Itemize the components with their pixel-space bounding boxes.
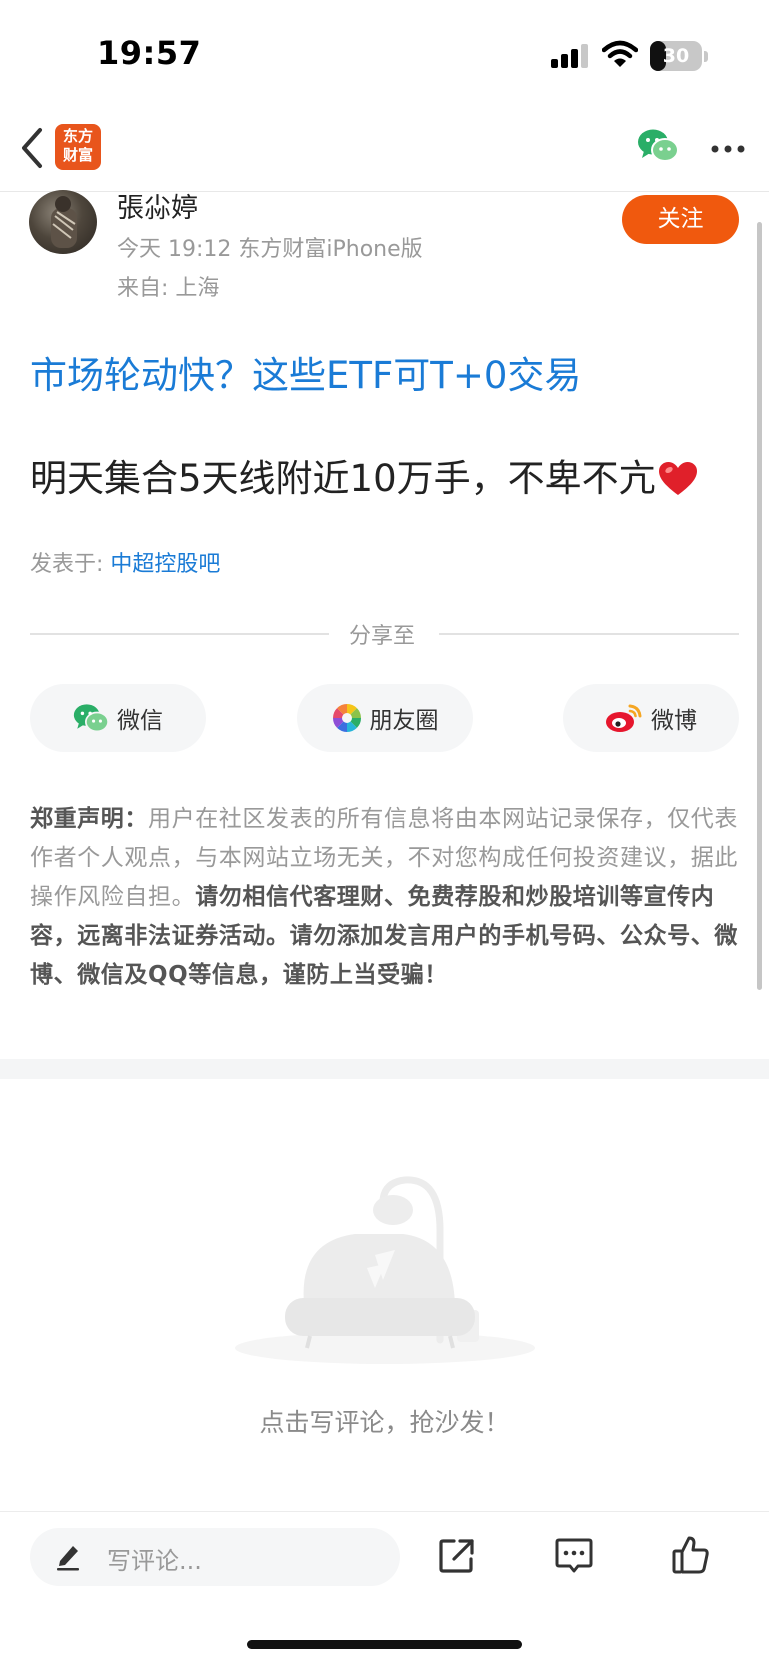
posted-in-label: 发表于: bbox=[30, 552, 104, 577]
share-moments-label: 朋友圈 bbox=[369, 708, 439, 734]
wechat-share-icon[interactable] bbox=[637, 128, 679, 164]
comment-input[interactable] bbox=[30, 1528, 400, 1586]
empty-comments-text[interactable]: 点击写评论，抢沙发！ bbox=[0, 1403, 769, 1439]
post-body-text: 明天集合5天线附近10万手，不卑不亢 bbox=[30, 457, 656, 500]
author-name[interactable]: 張尛婷 bbox=[117, 186, 198, 225]
home-indicator[interactable] bbox=[247, 1640, 522, 1649]
like-icon[interactable] bbox=[672, 1535, 710, 1575]
bar-link[interactable]: 中超控股吧 bbox=[110, 552, 220, 577]
share-divider-right bbox=[439, 633, 739, 635]
share-wechat-label: 微信 bbox=[117, 708, 163, 734]
avatar[interactable] bbox=[29, 190, 97, 254]
battery-tip bbox=[704, 51, 708, 62]
logo-text-line2: 财富 bbox=[62, 146, 93, 164]
post-location: 来自: 上海 bbox=[117, 276, 220, 301]
empty-sofa-illustration bbox=[235, 1176, 535, 1364]
status-time: 19:57 bbox=[97, 34, 202, 72]
post-meta: 今天 19:12 东方财富iPhone版 bbox=[117, 237, 423, 262]
share-label: 分享至 bbox=[349, 624, 416, 649]
comment-icon[interactable] bbox=[554, 1537, 594, 1575]
share-moments-button[interactable]: 朋友圈 bbox=[297, 684, 473, 752]
weibo-icon bbox=[606, 704, 642, 732]
follow-button[interactable]: 关注 bbox=[622, 195, 739, 244]
eastmoney-logo[interactable]: 东方 财富 bbox=[55, 124, 101, 170]
cellular-signal-icon bbox=[551, 44, 588, 68]
wifi-icon bbox=[602, 40, 638, 67]
pen-icon bbox=[57, 1546, 79, 1571]
disclaimer: 郑重声明：用户在社区发表的所有信息将由本网站记录保存，仅代表作者个人观点，与本网… bbox=[30, 800, 740, 995]
avatar-image bbox=[51, 196, 77, 248]
more-icon[interactable] bbox=[711, 145, 745, 153]
battery-level: 30 bbox=[662, 45, 690, 67]
moments-icon bbox=[332, 704, 361, 732]
share-wechat-button[interactable]: 微信 bbox=[30, 684, 206, 752]
ad-title-link[interactable]: 市场轮动快？这些ETF可T+0交易 bbox=[30, 345, 581, 399]
post-body: 明天集合5天线附近10万手，不卑不亢 bbox=[30, 448, 698, 502]
wechat-icon bbox=[73, 703, 109, 732]
share-icon[interactable] bbox=[438, 1537, 476, 1575]
scrollbar[interactable] bbox=[757, 222, 762, 990]
disclaimer-title: 郑重声明： bbox=[30, 806, 148, 832]
battery-icon: 30 bbox=[650, 41, 702, 71]
logo-text-line1: 东方 bbox=[62, 127, 93, 145]
posted-in: 发表于: 中超控股吧 bbox=[30, 546, 220, 578]
share-divider-left bbox=[30, 633, 329, 635]
section-divider bbox=[0, 1059, 769, 1079]
comment-placeholder[interactable]: 写评论... bbox=[107, 1541, 202, 1576]
bottom-bar-divider bbox=[0, 1511, 769, 1512]
nav-divider bbox=[0, 191, 769, 192]
share-weibo-label: 微博 bbox=[651, 708, 697, 734]
back-chevron-icon[interactable] bbox=[16, 126, 46, 170]
share-weibo-button[interactable]: 微博 bbox=[563, 684, 739, 752]
heart-emoji-icon bbox=[658, 462, 697, 495]
